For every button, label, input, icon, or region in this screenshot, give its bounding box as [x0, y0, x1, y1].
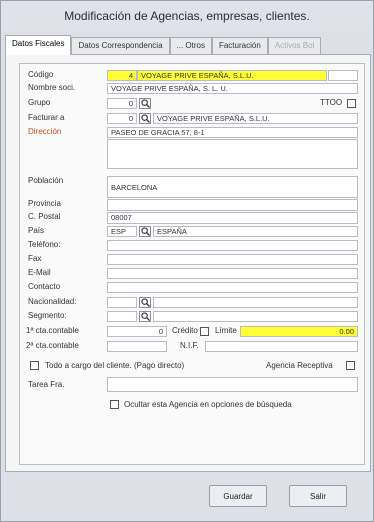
guardar-button[interactable]: Guardar: [209, 485, 267, 507]
codigo-label: Código: [28, 70, 54, 79]
nif-field[interactable]: [205, 341, 358, 352]
cta2-label: 2ª cta.contable: [26, 341, 79, 350]
facturar-a-name-field[interactable]: VOYAGE PRIVE ESPAÑA, S.L.U.: [153, 113, 358, 124]
fax-label: Fax: [28, 254, 42, 263]
tab-facturacion[interactable]: Facturación: [211, 37, 268, 55]
credito-checkbox[interactable]: [200, 327, 209, 336]
facturar-a-number-field[interactable]: 0: [107, 113, 137, 124]
segmento-label: Segmento:: [28, 311, 67, 320]
nombre-social-field[interactable]: VOYAGE PRIVE ESPAÑA, S. L. U.: [107, 83, 358, 94]
pais-search-icon[interactable]: [139, 226, 151, 237]
segmento-search-icon[interactable]: [139, 311, 151, 322]
ttoo-checkbox[interactable]: [347, 99, 356, 108]
tarea-fra-field[interactable]: [107, 377, 358, 392]
telefono-label: Teléfono:: [28, 240, 61, 249]
pais-name-field[interactable]: ESPAÑA: [153, 226, 358, 237]
credito-label: Crédito: [172, 326, 198, 335]
limite-field[interactable]: 0.00: [240, 326, 358, 337]
provincia-field[interactable]: [107, 199, 358, 211]
todo-cargo-label: Todo a cargo del cliente. (Pago directo): [45, 361, 185, 370]
salir-button[interactable]: Salir: [289, 485, 347, 507]
cta2-field[interactable]: [107, 341, 167, 352]
segmento-code-field[interactable]: [107, 311, 137, 322]
grupo-search-icon[interactable]: [139, 98, 151, 109]
direccion-label: Dirección: [28, 127, 62, 136]
pais-label: País: [28, 226, 45, 235]
nif-label: N.I.F.: [180, 341, 199, 350]
ocultar-checkbox[interactable]: [110, 400, 119, 409]
tab-datos-fiscales[interactable]: Datos Fiscales: [5, 35, 72, 55]
tab-activos[interactable]: Activos Bol: [267, 37, 322, 55]
nacionalidad-label: Nacionalidad:: [28, 297, 77, 306]
poblacion-field[interactable]: BARCELONA: [107, 176, 358, 198]
codigo-extra-field[interactable]: [328, 70, 358, 81]
fiscal-data-form: Código 4 VOYAGE PRIVE ESPAÑA, S.L.U. Nom…: [19, 63, 365, 465]
agencia-receptiva-checkbox[interactable]: [346, 361, 355, 370]
facturar-a-search-icon[interactable]: [139, 113, 151, 124]
tab-datos-correspondencia[interactable]: Datos Correspondencia: [71, 37, 170, 55]
segmento-name-field[interactable]: [153, 311, 358, 322]
contacto-field[interactable]: [107, 282, 358, 293]
window: Modificación de Agencias, empresas, clie…: [0, 0, 374, 522]
email-field[interactable]: [107, 268, 358, 279]
contacto-label: Contacto: [28, 282, 61, 291]
telefono-field[interactable]: [107, 240, 358, 251]
todo-cargo-checkbox[interactable]: [30, 361, 39, 370]
agencia-receptiva-label: Agencia Receptiva: [266, 361, 333, 370]
ocultar-label: Ocultar esta Agencia en opciones de búsq…: [124, 400, 292, 409]
tab-otros[interactable]: ... Otros: [169, 37, 212, 55]
email-label: E-Mail: [28, 268, 51, 277]
limite-label: Límite: [215, 326, 237, 335]
nacionalidad-name-field[interactable]: [153, 297, 358, 308]
nombre-social-label: Nombre soci.: [28, 83, 76, 92]
cta1-label: 1ª cta.contable: [26, 326, 79, 335]
window-title: Modificación de Agencias, empresas, clie…: [1, 1, 373, 31]
cpostal-field[interactable]: 08007: [107, 212, 358, 224]
ttoo-label: TTOO: [320, 98, 343, 107]
facturar-a-label: Facturar a: [28, 113, 65, 122]
tab-panel: Código 4 VOYAGE PRIVE ESPAÑA, S.L.U. Nom…: [5, 54, 371, 472]
cpostal-label: C. Postal: [28, 212, 61, 221]
provincia-label: Provincia: [28, 199, 61, 208]
cta1-field[interactable]: 0: [107, 326, 167, 337]
direccion-field[interactable]: PASEO DE GRACIA 57, 8-1: [107, 127, 358, 138]
direccion-extra-field[interactable]: [107, 139, 358, 169]
codigo-name-field[interactable]: VOYAGE PRIVE ESPAÑA, S.L.U.: [137, 70, 327, 81]
tarea-fra-label: Tarea Fra.: [28, 380, 65, 389]
pais-code-field[interactable]: ESP: [107, 226, 137, 237]
grupo-label: Grupo: [28, 98, 51, 107]
nacionalidad-code-field[interactable]: [107, 297, 137, 308]
grupo-field[interactable]: 0: [107, 98, 137, 109]
codigo-number-field[interactable]: 4: [107, 70, 137, 81]
tab-bar: Datos Fiscales Datos Correspondencia ...…: [5, 35, 322, 55]
nacionalidad-search-icon[interactable]: [139, 297, 151, 308]
poblacion-label: Población: [28, 176, 64, 185]
fax-field[interactable]: [107, 254, 358, 265]
